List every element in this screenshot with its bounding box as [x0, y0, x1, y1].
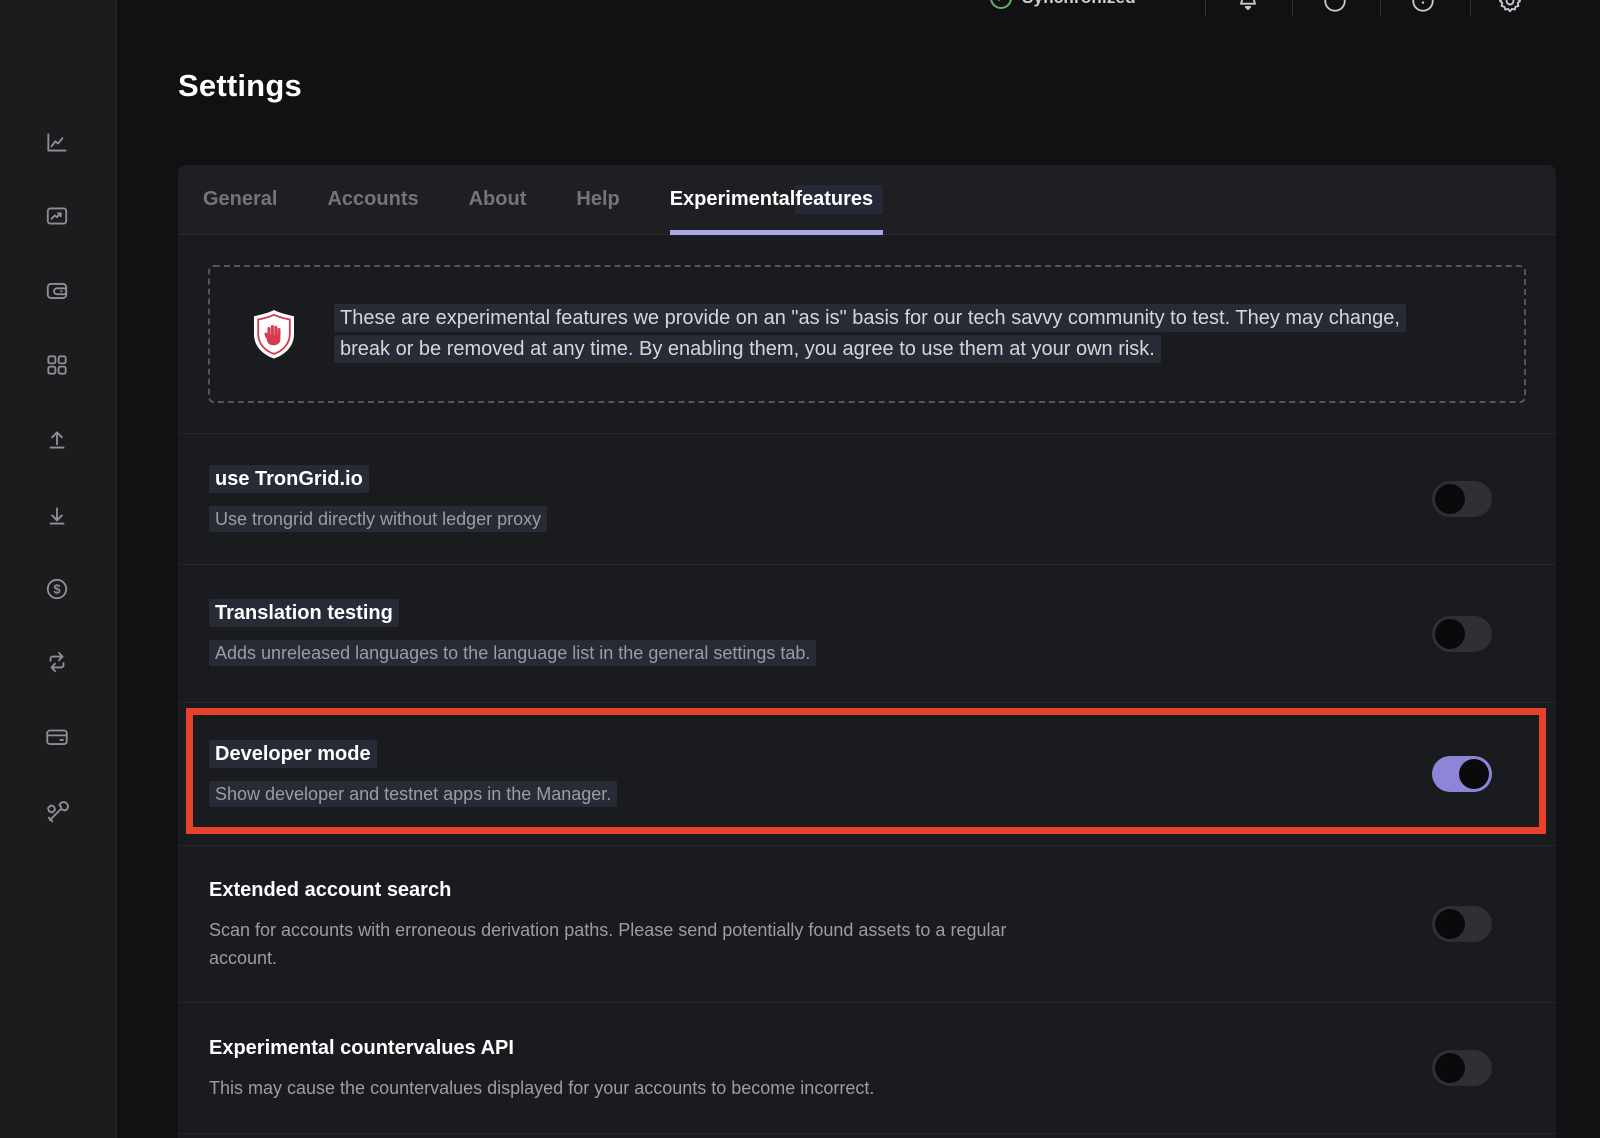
toggle-knob [1435, 1053, 1465, 1083]
info-icon[interactable] [1410, 0, 1436, 14]
topbar-divider [1470, 0, 1471, 16]
feature-title: Extended account search [209, 877, 1009, 903]
settings-gear-icon[interactable] [1497, 0, 1523, 14]
sync-label: Synchronized [1022, 0, 1136, 8]
feature-description: This may cause the countervalues display… [209, 1074, 874, 1102]
experimental-warning-banner: These are experimental features we provi… [208, 265, 1526, 403]
feature-list: use TronGrid.io Use trongrid directly wi… [178, 433, 1556, 1134]
sync-status[interactable]: ✓ Synchronized [990, 0, 1136, 9]
toggle-extended-account-search[interactable] [1432, 906, 1492, 942]
feature-description: Scan for accounts with erroneous derivat… [209, 916, 1009, 972]
tab-accounts[interactable]: Accounts [327, 165, 418, 234]
toggle-knob [1435, 909, 1465, 939]
portfolio-icon[interactable] [44, 130, 70, 156]
sidebar: $ [0, 0, 117, 1138]
svg-text:$: $ [53, 582, 61, 597]
market-icon[interactable] [44, 203, 70, 229]
feature-title: Developer mode [209, 741, 617, 767]
toggle-countervalues-api[interactable] [1432, 1050, 1492, 1086]
feature-row-countervalues-api: Experimental countervalues API This may … [178, 1002, 1556, 1133]
experimental-tools-icon[interactable] [44, 800, 70, 826]
topbar: ✓ Synchronized [117, 0, 1600, 24]
topbar-divider [1292, 0, 1293, 16]
shield-hand-icon [250, 308, 298, 360]
feature-row-trongrid: use TronGrid.io Use trongrid directly wi… [178, 433, 1556, 564]
discover-apps-icon[interactable] [44, 352, 70, 378]
help-icon[interactable] [1322, 0, 1348, 14]
tab-about[interactable]: About [469, 165, 527, 234]
toggle-knob [1459, 759, 1489, 789]
tab-general[interactable]: General [203, 165, 277, 234]
receive-icon[interactable] [44, 503, 70, 529]
toggle-translation-testing[interactable] [1432, 616, 1492, 652]
feature-title: Translation testing [209, 600, 816, 626]
toggle-knob [1435, 484, 1465, 514]
topbar-divider [1205, 0, 1206, 16]
feature-title: Experimental countervalues API [209, 1035, 874, 1061]
feature-row-developer-mode: Developer mode Show developer and testne… [178, 702, 1556, 845]
feature-row-translation-testing: Translation testing Adds unreleased lang… [178, 564, 1556, 702]
toggle-trongrid[interactable] [1432, 481, 1492, 517]
swap-icon[interactable] [44, 649, 70, 675]
settings-tabs: General Accounts About Help Experimental… [178, 165, 1556, 235]
buy-sell-icon[interactable]: $ [44, 576, 70, 602]
experimental-warning-text: These are experimental features we provi… [334, 303, 1414, 365]
feature-title: use TronGrid.io [209, 466, 547, 492]
feature-description: Use trongrid directly without ledger pro… [209, 505, 547, 533]
accounts-wallet-icon[interactable] [44, 278, 70, 304]
settings-card: General Accounts About Help Experimental… [178, 165, 1556, 1138]
feature-description: Show developer and testnet apps in the M… [209, 780, 617, 808]
page-title: Settings [178, 68, 302, 104]
toggle-developer-mode[interactable] [1432, 756, 1492, 792]
send-icon[interactable] [44, 427, 70, 453]
feature-description: Adds unreleased languages to the languag… [209, 639, 816, 667]
tab-help[interactable]: Help [576, 165, 619, 234]
sync-check-icon: ✓ [990, 0, 1012, 9]
toggle-knob [1435, 619, 1465, 649]
bell-icon[interactable] [1235, 0, 1261, 14]
card-icon[interactable] [44, 724, 70, 750]
topbar-divider [1380, 0, 1381, 16]
feature-row-extended-account-search: Extended account search Scan for account… [178, 845, 1556, 1002]
tab-experimental-features[interactable]: Experimental features [670, 165, 883, 234]
